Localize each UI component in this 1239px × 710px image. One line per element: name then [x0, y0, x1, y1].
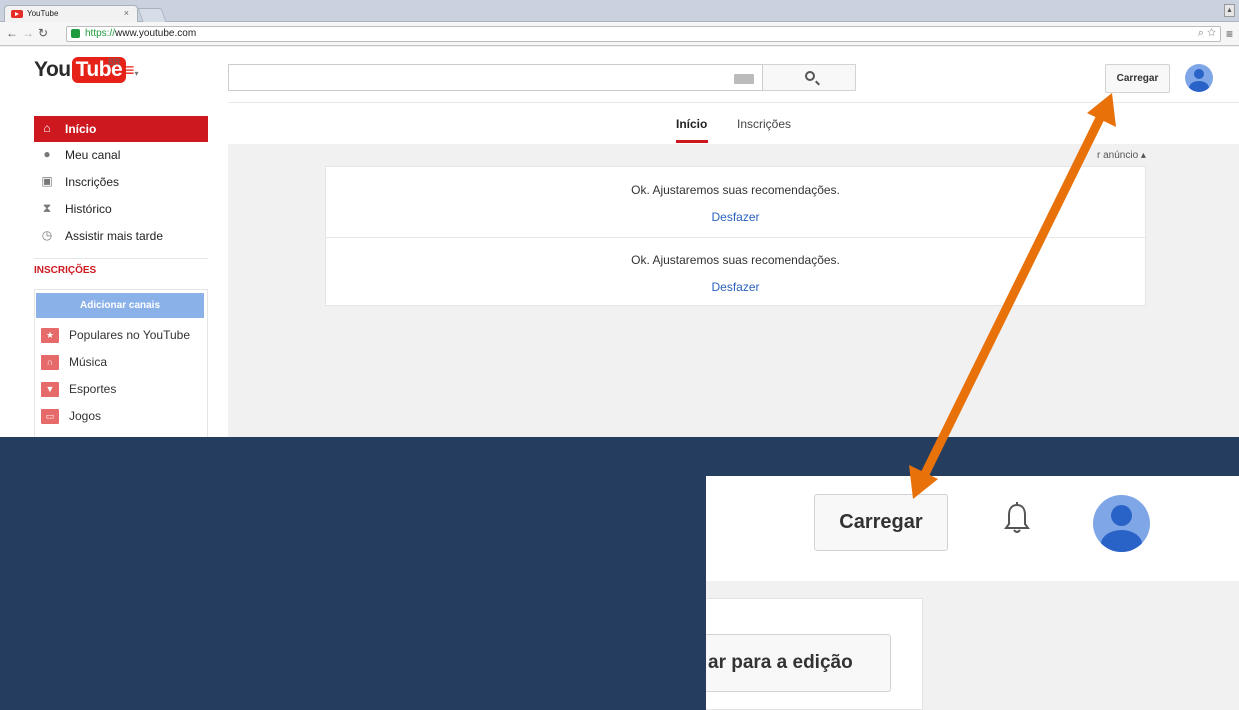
subscription-label: Populares no YouTube: [69, 328, 190, 342]
undo-link[interactable]: Desfazer: [326, 280, 1145, 294]
new-tab-button[interactable]: [137, 8, 167, 22]
url-field[interactable]: https://www.youtube.com ⌕ ☆: [66, 26, 1221, 42]
sidebar-item-historico[interactable]: ⧗ Histórico: [34, 196, 208, 222]
avatar-zoomed[interactable]: [1093, 495, 1150, 552]
youtube-favicon-icon: [11, 10, 23, 18]
reload-icon[interactable]: ↻: [38, 26, 48, 40]
subscription-item-jogos[interactable]: ▭ Jogos: [35, 403, 207, 429]
upload-button-zoomed[interactable]: Carregar: [814, 494, 948, 551]
zoom-icon[interactable]: ⌕ ☆: [1198, 27, 1216, 40]
zoomed-screenshot: Carregar ar para a edição: [706, 476, 1239, 710]
active-tab-indicator: [676, 140, 708, 143]
zoomed-card: ar para a edição: [706, 598, 923, 710]
zoomed-header: Carregar: [706, 476, 1239, 581]
browser-tab[interactable]: YouTube ×: [4, 5, 138, 22]
avatar[interactable]: [1185, 64, 1213, 92]
recommendation-message: Ok. Ajustaremos suas recomendações.: [631, 253, 840, 267]
back-icon[interactable]: ←: [6, 26, 18, 40]
sidebar-item-label: Histórico: [65, 202, 112, 216]
edit-button[interactable]: ar para a edição: [706, 634, 891, 692]
keyboard-icon[interactable]: [734, 74, 754, 84]
subscriptions-list: Adicionar canais ★ Populares no YouTube …: [34, 289, 208, 437]
clock-icon: ◷: [41, 228, 53, 242]
sidebar-divider: [34, 258, 208, 259]
tab-inicio[interactable]: Início: [676, 117, 707, 131]
upload-button[interactable]: Carregar: [1105, 64, 1170, 93]
home-icon: ⌂: [43, 121, 51, 135]
gamepad-icon: ▭: [41, 409, 59, 424]
sidebar-item-assistir-mais-tarde[interactable]: ◷ Assistir mais tarde: [34, 223, 208, 249]
logo-country: BR: [108, 57, 121, 67]
subscription-label: Esportes: [69, 382, 117, 396]
sidebar-item-label: Assistir mais tarde: [65, 229, 164, 243]
person-icon: ●: [43, 147, 51, 161]
tab-bar: YouTube × ▲: [0, 0, 1239, 22]
star-icon: ★: [41, 328, 59, 343]
subscription-label: Música: [69, 355, 108, 369]
search-button[interactable]: [763, 64, 856, 91]
trophy-icon: ▼: [41, 382, 59, 397]
profile-icon[interactable]: ▲: [1224, 4, 1235, 17]
url-host: www.youtube.com: [115, 28, 197, 39]
recommendation-message: Ok. Ajustaremos suas recomendações.: [631, 183, 840, 197]
tab-close-icon[interactable]: ×: [124, 8, 129, 18]
list-item: Ok. Ajustaremos suas recomendações. Desf…: [326, 183, 1145, 253]
address-bar: ← → ↻ https://www.youtube.com ⌕ ☆ ≡: [0, 22, 1239, 46]
browser-menu-icon[interactable]: ≡: [1226, 27, 1233, 41]
subscriptions-section-title[interactable]: INSCRIÇÕES: [34, 265, 96, 276]
subscription-item-musica[interactable]: ∩ Música: [35, 349, 207, 375]
youtube-logo[interactable]: You Tube BR: [34, 57, 127, 85]
sidebar-item-label: Inscrições: [65, 175, 120, 189]
card-divider: [326, 237, 1145, 238]
subscription-label: Jogos: [69, 409, 102, 423]
list-item: Ok. Ajustaremos suas recomendações. Desf…: [326, 253, 1145, 323]
search-icon: [805, 71, 815, 81]
youtube-header: You Tube BR ≡▾ Carregar: [0, 47, 1239, 102]
headphones-icon: ∩: [41, 355, 59, 370]
ad-toggle-link[interactable]: r anúncio ▴: [1097, 150, 1146, 161]
feed-card: Ok. Ajustaremos suas recomendações. Desf…: [325, 166, 1146, 306]
hourglass-icon: ⧗: [42, 201, 52, 215]
guide-menu-icon[interactable]: ≡▾: [124, 60, 139, 81]
feed-tabs: Início Inscrições: [228, 102, 1239, 144]
tab-inscricoes[interactable]: Inscrições: [737, 117, 791, 131]
sidebar-item-inicio[interactable]: ⌂ Início: [34, 116, 208, 142]
subscriptions-icon: ▣: [41, 174, 53, 188]
tab-title: YouTube: [27, 9, 59, 18]
sidebar-item-label: Início: [65, 122, 97, 136]
search-input[interactable]: [228, 64, 763, 91]
sidebar-item-meu-canal[interactable]: ● Meu canal: [34, 142, 208, 168]
subscription-item-esportes[interactable]: ▼ Esportes: [35, 376, 207, 402]
add-channels-button[interactable]: Adicionar canais: [36, 293, 204, 318]
logo-you-text: You: [34, 58, 71, 81]
subscription-item-populares[interactable]: ★ Populares no YouTube: [35, 322, 207, 348]
sidebar-item-label: Meu canal: [65, 148, 121, 162]
lock-icon: [71, 29, 80, 38]
url-scheme: https://: [85, 28, 116, 39]
sidebar: ⌂ Início ● Meu canal ▣ Inscrições ⧗ Hist…: [0, 102, 228, 437]
bell-icon[interactable]: [1004, 502, 1030, 534]
undo-link[interactable]: Desfazer: [326, 210, 1145, 224]
sidebar-item-inscricoes[interactable]: ▣ Inscrições: [34, 169, 208, 195]
forward-icon[interactable]: →: [22, 26, 34, 40]
browser-screenshot: YouTube × ▲ ← → ↻ https://www.youtube.co…: [0, 0, 1239, 437]
